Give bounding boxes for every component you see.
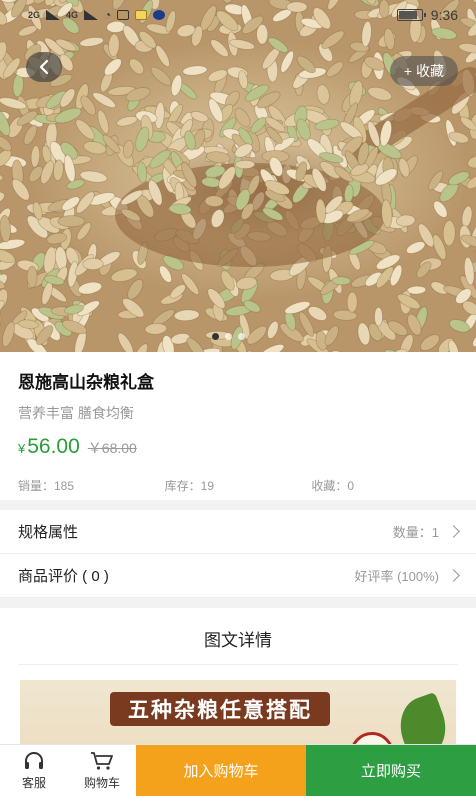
rice-grain bbox=[173, 309, 200, 322]
positive-rate: 好评率 (100%) bbox=[354, 569, 439, 584]
rice-grain bbox=[374, 306, 384, 327]
rice-grain bbox=[458, 43, 476, 54]
stock-count: 库存：19 bbox=[164, 479, 215, 493]
rice-grain bbox=[110, 268, 138, 283]
details-divider bbox=[18, 664, 458, 665]
back-button[interactable] bbox=[26, 52, 62, 82]
rice-grain bbox=[182, 65, 208, 76]
rice-grain bbox=[210, 39, 229, 58]
cart-button[interactable]: 购物车 bbox=[68, 745, 136, 796]
rice-grain bbox=[321, 30, 345, 49]
rice-grain bbox=[234, 159, 256, 170]
rice-grain bbox=[442, 219, 456, 247]
rice-grain bbox=[150, 66, 172, 86]
rice-grain bbox=[82, 257, 104, 271]
chevron-right-icon bbox=[447, 569, 460, 582]
signal-icon bbox=[46, 10, 61, 20]
service-label: 客服 bbox=[21, 775, 46, 790]
rice-grain bbox=[0, 214, 12, 243]
headset-icon bbox=[25, 751, 43, 769]
rice-grain bbox=[23, 124, 38, 146]
clock: 9:36 bbox=[430, 7, 458, 23]
rice-grain bbox=[170, 74, 183, 97]
rice-grain bbox=[0, 172, 4, 183]
rice-grain bbox=[77, 281, 103, 295]
promo-banner: 五种杂粮任意搭配 bbox=[110, 692, 330, 726]
favorite-button[interactable]: + 收藏 bbox=[389, 56, 458, 86]
sales-count: 销量：185 bbox=[18, 479, 75, 493]
spec-row[interactable]: 规格属性 数量：1 bbox=[0, 510, 476, 554]
rice-grain bbox=[0, 191, 5, 206]
chevron-left-icon bbox=[39, 59, 49, 75]
rice-grain bbox=[433, 200, 448, 218]
network-indicator-2: 4G bbox=[66, 10, 79, 20]
rice-grain bbox=[116, 115, 138, 127]
carousel-indicator bbox=[212, 333, 245, 340]
rice-grain bbox=[267, 320, 279, 339]
rice-grain bbox=[122, 139, 134, 159]
price-row: ¥56.00 ￥68.00 bbox=[18, 435, 458, 459]
currency-symbol: ¥ bbox=[18, 441, 26, 456]
bottom-action-bar: 客服 购物车 加入购物车 立即购买 bbox=[0, 744, 476, 796]
rice-grain bbox=[316, 84, 330, 105]
reviews-label: 商品评价 ( 0 ) bbox=[18, 568, 109, 585]
status-bar: 2G 4G ◔ 9:36 bbox=[0, 0, 476, 30]
add-to-cart-button[interactable]: 加入购物车 bbox=[136, 745, 306, 796]
carousel-dot[interactable] bbox=[225, 333, 232, 340]
current-price: ¥56.00 bbox=[18, 435, 80, 459]
rice-grain bbox=[2, 321, 15, 348]
rice-grains-image bbox=[0, 0, 476, 352]
rice-grain bbox=[30, 145, 41, 168]
rice-grain bbox=[467, 155, 476, 169]
details-heading: 图文详情 bbox=[204, 631, 272, 650]
signal-icon bbox=[84, 10, 99, 20]
rice-grain bbox=[472, 329, 476, 348]
rice-grain bbox=[79, 36, 104, 47]
carousel-dot[interactable] bbox=[238, 333, 245, 340]
rice-grain bbox=[326, 61, 344, 78]
rice-grain bbox=[406, 241, 426, 254]
cart-icon bbox=[91, 751, 113, 770]
rice-grain bbox=[144, 323, 168, 335]
spec-label: 规格属性 bbox=[18, 524, 79, 541]
message-icon bbox=[117, 10, 130, 20]
carousel-dot[interactable] bbox=[212, 333, 219, 340]
option-rows: 规格属性 数量：1 商品评价 ( 0 ) 好评率 (100%) bbox=[0, 510, 476, 598]
rice-grain bbox=[367, 86, 393, 101]
favorite-count: 收藏：0 bbox=[311, 479, 355, 493]
rice-grain bbox=[129, 58, 145, 75]
app-notification-icon bbox=[153, 10, 166, 20]
rice-grain bbox=[155, 45, 170, 68]
notification-icon bbox=[135, 10, 148, 20]
rice-grain bbox=[108, 33, 120, 58]
product-title: 恩施高山杂粮礼盒 bbox=[18, 373, 154, 392]
rice-grain bbox=[284, 301, 311, 315]
product-detail-page: 2G 4G ◔ 9:36 + 收藏 恩施高山杂粮礼盒 营养丰富 膳食均衡 ¥56… bbox=[0, 0, 476, 796]
product-stats: 销量：185 库存：19 收藏：0 bbox=[18, 477, 458, 494]
rice-grain bbox=[331, 276, 351, 286]
rice-grain bbox=[133, 343, 149, 352]
rice-grain bbox=[259, 343, 285, 352]
battery-icon bbox=[396, 9, 426, 21]
cart-label: 购物车 bbox=[83, 775, 120, 790]
favorite-label: + 收藏 bbox=[403, 63, 444, 79]
chevron-right-icon bbox=[447, 525, 460, 538]
network-indicator-1: 2G bbox=[28, 10, 41, 20]
product-subtitle: 营养丰富 膳食均衡 bbox=[18, 405, 134, 421]
rice-grain bbox=[461, 205, 473, 228]
reviews-row[interactable]: 商品评价 ( 0 ) 好评率 (100%) bbox=[0, 554, 476, 598]
rice-grain bbox=[57, 215, 86, 228]
product-info-card: 恩施高山杂粮礼盒 营养丰富 膳食均衡 ¥56.00 ￥68.00 销量：185 … bbox=[0, 352, 476, 500]
product-image-carousel[interactable]: 2G 4G ◔ 9:36 + 收藏 bbox=[0, 0, 476, 352]
rice-grain bbox=[280, 50, 294, 73]
quantity-value: 数量：1 bbox=[392, 525, 439, 540]
buy-now-button[interactable]: 立即购买 bbox=[306, 745, 476, 796]
price-value: 56.00 bbox=[27, 435, 80, 458]
original-price: ￥68.00 bbox=[87, 440, 137, 456]
customer-service-button[interactable]: 客服 bbox=[0, 745, 68, 796]
rice-grain bbox=[117, 332, 134, 352]
wifi-icon: ◔ bbox=[104, 8, 112, 22]
rice-grain bbox=[26, 265, 38, 288]
rice-grain bbox=[346, 291, 358, 313]
